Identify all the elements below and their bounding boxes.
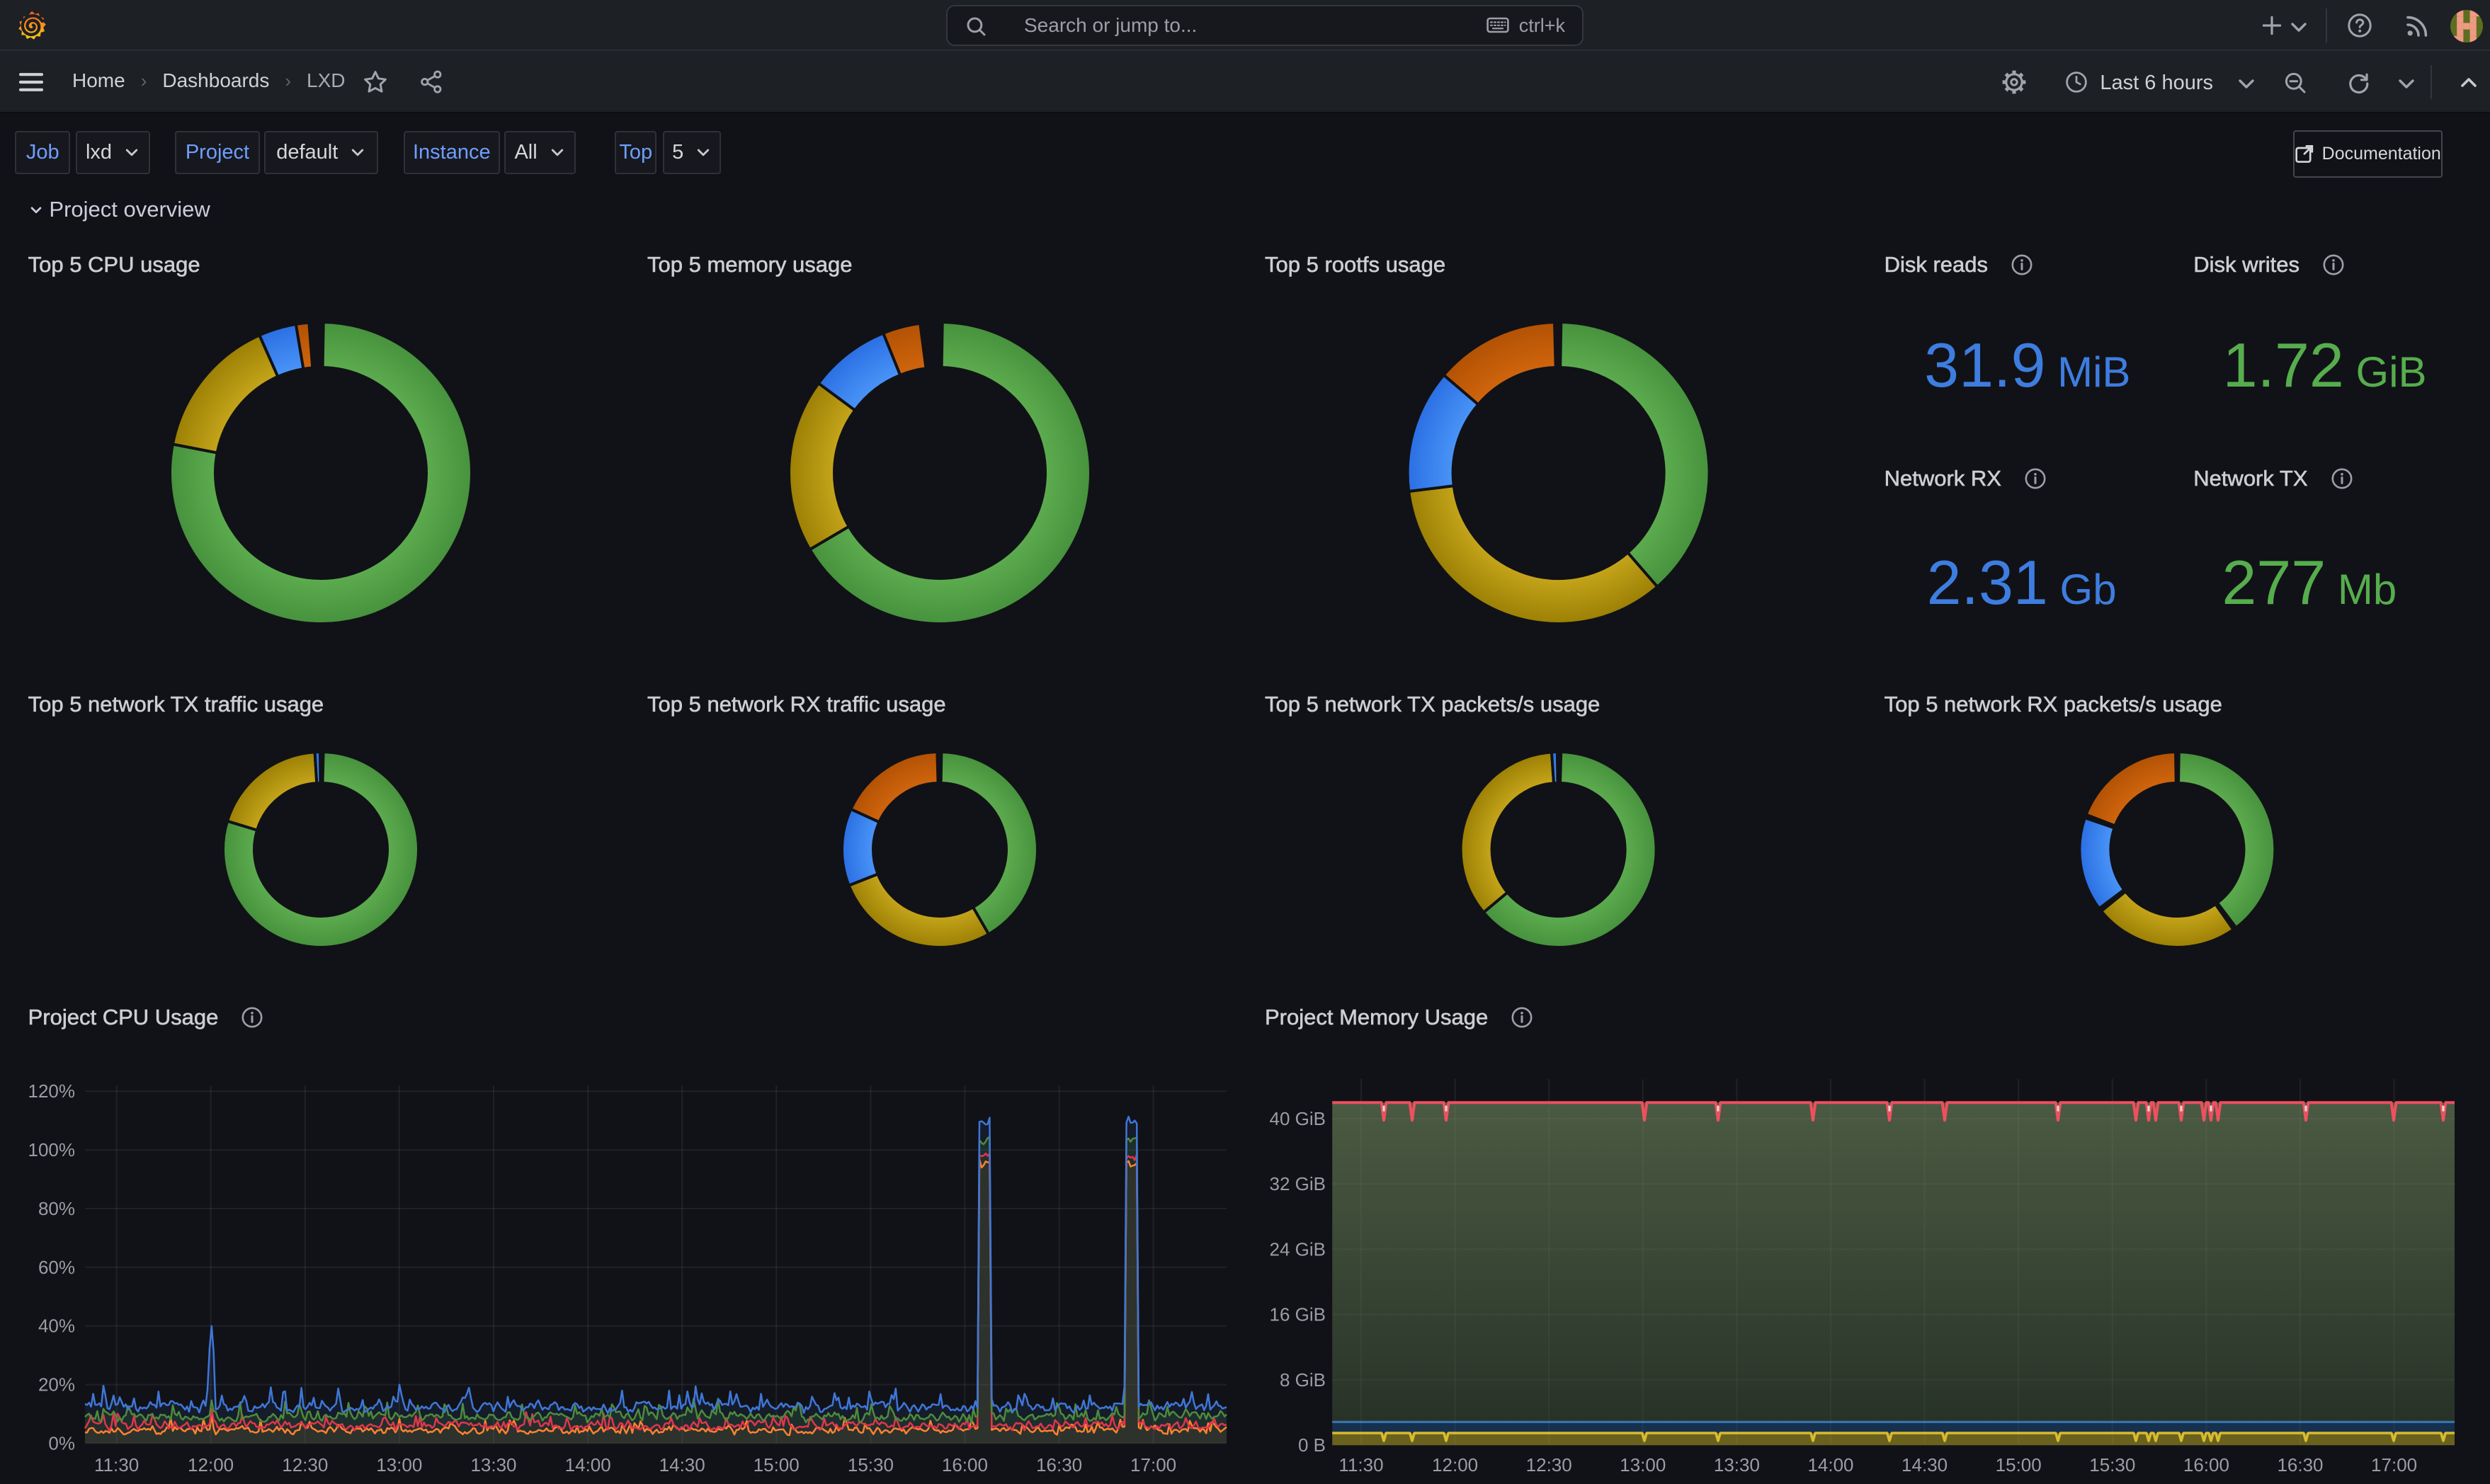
svg-text:13:30: 13:30 — [1714, 1454, 1760, 1476]
svg-text:16:30: 16:30 — [1036, 1454, 1082, 1476]
svg-text:40 GiB: 40 GiB — [1270, 1108, 1326, 1129]
svg-text:12:30: 12:30 — [282, 1454, 328, 1476]
svg-text:24 GiB: 24 GiB — [1270, 1238, 1326, 1260]
svg-text:15:00: 15:00 — [1996, 1454, 2042, 1476]
svg-text:14:30: 14:30 — [659, 1454, 705, 1476]
svg-text:13:00: 13:00 — [376, 1454, 422, 1476]
svg-text:60%: 60% — [38, 1257, 75, 1278]
svg-text:14:00: 14:00 — [1807, 1454, 1853, 1476]
svg-text:16:00: 16:00 — [2183, 1454, 2229, 1476]
svg-text:0%: 0% — [48, 1432, 75, 1454]
svg-text:12:00: 12:00 — [1432, 1454, 1478, 1476]
svg-text:16:00: 16:00 — [942, 1454, 988, 1476]
svg-text:100%: 100% — [28, 1139, 76, 1160]
svg-text:40%: 40% — [38, 1315, 75, 1337]
svg-text:17:00: 17:00 — [1130, 1454, 1176, 1476]
svg-text:15:30: 15:30 — [848, 1454, 894, 1476]
svg-text:12:00: 12:00 — [188, 1454, 234, 1476]
svg-text:120%: 120% — [28, 1080, 76, 1102]
svg-text:16:30: 16:30 — [2277, 1454, 2323, 1476]
svg-text:8 GiB: 8 GiB — [1280, 1369, 1326, 1391]
svg-text:16 GiB: 16 GiB — [1270, 1304, 1326, 1325]
svg-text:0 B: 0 B — [1298, 1434, 1326, 1456]
svg-text:15:30: 15:30 — [2089, 1454, 2135, 1476]
svg-text:13:00: 13:00 — [1620, 1454, 1666, 1476]
svg-text:14:00: 14:00 — [565, 1454, 611, 1476]
svg-text:17:00: 17:00 — [2371, 1454, 2417, 1476]
svg-text:14:30: 14:30 — [1901, 1454, 1948, 1476]
svg-text:11:30: 11:30 — [1338, 1454, 1383, 1476]
svg-text:12:30: 12:30 — [1526, 1454, 1572, 1476]
svg-text:15:00: 15:00 — [754, 1454, 800, 1476]
svg-text:80%: 80% — [38, 1198, 75, 1219]
svg-text:32 GiB: 32 GiB — [1270, 1173, 1326, 1194]
svg-text:11:30: 11:30 — [94, 1454, 139, 1476]
svg-text:20%: 20% — [38, 1374, 75, 1395]
svg-text:13:30: 13:30 — [470, 1454, 516, 1476]
